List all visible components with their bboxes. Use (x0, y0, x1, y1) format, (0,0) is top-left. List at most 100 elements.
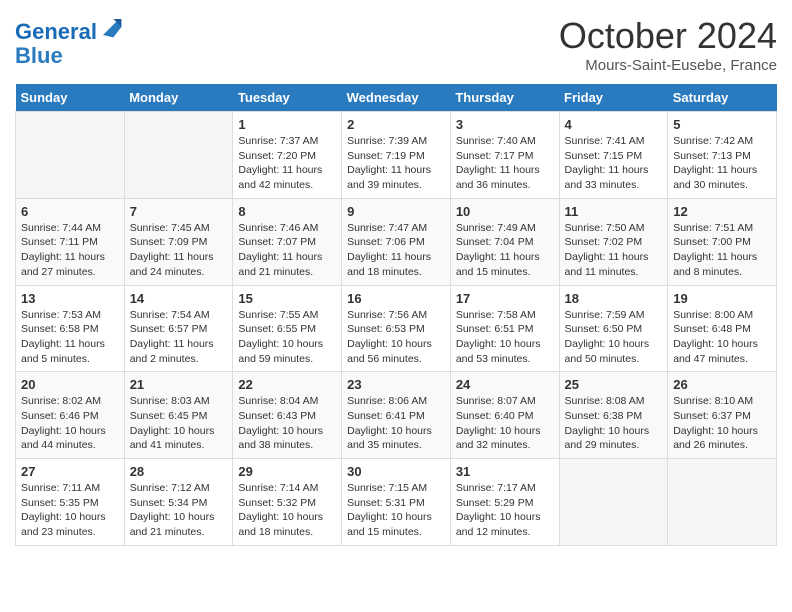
day-number: 27 (21, 464, 119, 479)
calendar-cell (16, 112, 125, 199)
day-info: Sunrise: 8:06 AMSunset: 6:41 PMDaylight:… (347, 394, 445, 453)
day-number: 13 (21, 291, 119, 306)
calendar-week-row: 20 Sunrise: 8:02 AMSunset: 6:46 PMDayligh… (16, 372, 777, 459)
weekday-header: Friday (559, 84, 668, 112)
day-info: Sunrise: 7:15 AMSunset: 5:31 PMDaylight:… (347, 481, 445, 540)
day-info: Sunrise: 8:04 AMSunset: 6:43 PMDaylight:… (238, 394, 336, 453)
calendar-cell: 7 Sunrise: 7:45 AMSunset: 7:09 PMDaylight… (124, 198, 233, 285)
day-number: 4 (565, 117, 663, 132)
calendar-cell: 30 Sunrise: 7:15 AMSunset: 5:31 PMDayligh… (342, 459, 451, 546)
day-info: Sunrise: 8:10 AMSunset: 6:37 PMDaylight:… (673, 394, 771, 453)
day-number: 26 (673, 377, 771, 392)
calendar-cell: 18 Sunrise: 7:59 AMSunset: 6:50 PMDayligh… (559, 285, 668, 372)
day-info: Sunrise: 7:56 AMSunset: 6:53 PMDaylight:… (347, 308, 445, 367)
weekday-header: Wednesday (342, 84, 451, 112)
day-number: 6 (21, 204, 119, 219)
day-info: Sunrise: 8:00 AMSunset: 6:48 PMDaylight:… (673, 308, 771, 367)
day-number: 29 (238, 464, 336, 479)
calendar-cell: 24 Sunrise: 8:07 AMSunset: 6:40 PMDayligh… (450, 372, 559, 459)
day-number: 24 (456, 377, 554, 392)
day-number: 19 (673, 291, 771, 306)
calendar-cell (124, 112, 233, 199)
day-info: Sunrise: 7:51 AMSunset: 7:00 PMDaylight:… (673, 221, 771, 280)
day-number: 9 (347, 204, 445, 219)
day-number: 2 (347, 117, 445, 132)
day-info: Sunrise: 7:58 AMSunset: 6:51 PMDaylight:… (456, 308, 554, 367)
calendar-cell: 17Sunrise: 7:58 AMSunset: 6:51 PMDayligh… (450, 285, 559, 372)
day-info: Sunrise: 8:02 AMSunset: 6:46 PMDaylight:… (21, 394, 119, 453)
day-info: Sunrise: 8:07 AMSunset: 6:40 PMDaylight:… (456, 394, 554, 453)
calendar-cell (668, 459, 777, 546)
weekday-header: Sunday (16, 84, 125, 112)
calendar-cell: 27Sunrise: 7:11 AMSunset: 5:35 PMDayligh… (16, 459, 125, 546)
calendar-cell: 11Sunrise: 7:50 AMSunset: 7:02 PMDayligh… (559, 198, 668, 285)
day-info: Sunrise: 7:59 AMSunset: 6:50 PMDaylight:… (565, 308, 663, 367)
day-number: 22 (238, 377, 336, 392)
calendar-cell: 19 Sunrise: 8:00 AMSunset: 6:48 PMDayligh… (668, 285, 777, 372)
day-number: 20 (21, 377, 119, 392)
day-info: Sunrise: 7:37 AMSunset: 7:20 PMDaylight:… (238, 134, 336, 193)
logo: General Blue (15, 15, 123, 68)
calendar-cell: 31 Sunrise: 7:17 AMSunset: 5:29 PMDayligh… (450, 459, 559, 546)
calendar-cell: 28 Sunrise: 7:12 AMSunset: 5:34 PMDayligh… (124, 459, 233, 546)
day-info: Sunrise: 7:49 AMSunset: 7:04 PMDaylight:… (456, 221, 554, 280)
calendar-cell: 14 Sunrise: 7:54 AMSunset: 6:57 PMDayligh… (124, 285, 233, 372)
calendar-cell (559, 459, 668, 546)
day-number: 5 (673, 117, 771, 132)
calendar-cell: 2Sunrise: 7:39 AMSunset: 7:19 PMDaylight… (342, 112, 451, 199)
weekday-header: Thursday (450, 84, 559, 112)
weekday-header: Tuesday (233, 84, 342, 112)
weekday-header: Monday (124, 84, 233, 112)
day-info: Sunrise: 7:53 AMSunset: 6:58 PMDaylight:… (21, 308, 119, 367)
month-title: October 2024 (559, 15, 777, 57)
day-number: 18 (565, 291, 663, 306)
logo-icon (99, 15, 123, 39)
day-info: Sunrise: 7:41 AMSunset: 7:15 PMDaylight:… (565, 134, 663, 193)
day-number: 7 (130, 204, 228, 219)
calendar-cell: 4 Sunrise: 7:41 AMSunset: 7:15 PMDaylight… (559, 112, 668, 199)
calendar-week-row: 6 Sunrise: 7:44 AMSunset: 7:11 PMDaylight… (16, 198, 777, 285)
calendar-cell: 6 Sunrise: 7:44 AMSunset: 7:11 PMDaylight… (16, 198, 125, 285)
page-header: General Blue October 2024 Mours-Saint-Eu… (15, 15, 777, 74)
calendar-week-row: 1 Sunrise: 7:37 AMSunset: 7:20 PMDaylight… (16, 112, 777, 199)
calendar-cell: 25Sunrise: 8:08 AMSunset: 6:38 PMDayligh… (559, 372, 668, 459)
logo-text: General (15, 15, 123, 44)
day-number: 30 (347, 464, 445, 479)
day-info: Sunrise: 7:12 AMSunset: 5:34 PMDaylight:… (130, 481, 228, 540)
day-info: Sunrise: 7:42 AMSunset: 7:13 PMDaylight:… (673, 134, 771, 193)
day-number: 11 (565, 204, 663, 219)
calendar-cell: 21 Sunrise: 8:03 AMSunset: 6:45 PMDayligh… (124, 372, 233, 459)
calendar-cell: 20 Sunrise: 8:02 AMSunset: 6:46 PMDayligh… (16, 372, 125, 459)
weekday-header: Saturday (668, 84, 777, 112)
calendar-cell: 26 Sunrise: 8:10 AMSunset: 6:37 PMDayligh… (668, 372, 777, 459)
day-info: Sunrise: 8:08 AMSunset: 6:38 PMDaylight:… (565, 394, 663, 453)
day-number: 21 (130, 377, 228, 392)
day-info: Sunrise: 7:46 AMSunset: 7:07 PMDaylight:… (238, 221, 336, 280)
calendar-cell: 22 Sunrise: 8:04 AMSunset: 6:43 PMDayligh… (233, 372, 342, 459)
location-text: Mours-Saint-Eusebe, France (559, 57, 777, 74)
day-info: Sunrise: 8:03 AMSunset: 6:45 PMDaylight:… (130, 394, 228, 453)
calendar-cell: 16Sunrise: 7:56 AMSunset: 6:53 PMDayligh… (342, 285, 451, 372)
day-info: Sunrise: 7:40 AMSunset: 7:17 PMDaylight:… (456, 134, 554, 193)
calendar-cell: 29Sunrise: 7:14 AMSunset: 5:32 PMDayligh… (233, 459, 342, 546)
weekday-header-row: SundayMondayTuesdayWednesdayThursdayFrid… (16, 84, 777, 112)
day-info: Sunrise: 7:44 AMSunset: 7:11 PMDaylight:… (21, 221, 119, 280)
day-number: 1 (238, 117, 336, 132)
day-info: Sunrise: 7:45 AMSunset: 7:09 PMDaylight:… (130, 221, 228, 280)
calendar-cell: 15Sunrise: 7:55 AMSunset: 6:55 PMDayligh… (233, 285, 342, 372)
calendar-cell: 3Sunrise: 7:40 AMSunset: 7:17 PMDaylight… (450, 112, 559, 199)
day-number: 15 (238, 291, 336, 306)
day-info: Sunrise: 7:54 AMSunset: 6:57 PMDaylight:… (130, 308, 228, 367)
calendar-week-row: 27Sunrise: 7:11 AMSunset: 5:35 PMDayligh… (16, 459, 777, 546)
day-number: 14 (130, 291, 228, 306)
calendar-cell: 1 Sunrise: 7:37 AMSunset: 7:20 PMDaylight… (233, 112, 342, 199)
day-info: Sunrise: 7:17 AMSunset: 5:29 PMDaylight:… (456, 481, 554, 540)
day-number: 10 (456, 204, 554, 219)
calendar-cell: 12Sunrise: 7:51 AMSunset: 7:00 PMDayligh… (668, 198, 777, 285)
calendar-cell: 8Sunrise: 7:46 AMSunset: 7:07 PMDaylight… (233, 198, 342, 285)
day-number: 31 (456, 464, 554, 479)
day-number: 28 (130, 464, 228, 479)
day-number: 23 (347, 377, 445, 392)
title-block: October 2024 Mours-Saint-Eusebe, France (559, 15, 777, 74)
calendar-week-row: 13 Sunrise: 7:53 AMSunset: 6:58 PMDayligh… (16, 285, 777, 372)
